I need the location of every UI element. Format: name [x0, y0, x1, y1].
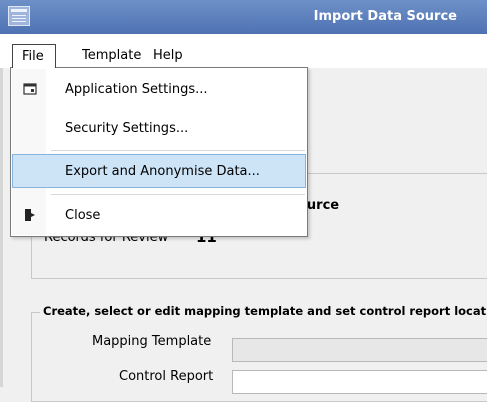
menu-item-export-anonymise[interactable]: Export and Anonymise Data... — [12, 154, 306, 188]
exit-door-icon — [23, 208, 37, 222]
title-bar: Import Data Source — [0, 0, 487, 34]
control-report-label: Control Report — [119, 369, 214, 384]
window-title: Import Data Source — [313, 9, 457, 24]
menu-bar: Template Help — [0, 34, 487, 68]
menu-separator — [51, 194, 305, 195]
control-report-field[interactable] — [232, 370, 487, 394]
mapping-template-dropdown[interactable] — [232, 338, 487, 362]
menu-item-close[interactable]: Close — [12, 200, 306, 230]
mapping-template-label: Mapping Template — [92, 334, 212, 349]
mapping-template-group-title: Create, select or edit mapping template … — [40, 304, 487, 318]
menu-template[interactable]: Template — [82, 48, 141, 63]
app-window-icon[interactable] — [8, 6, 30, 26]
settings-window-icon — [23, 82, 37, 96]
menu-item-label: Security Settings... — [65, 121, 189, 136]
menu-file[interactable]: File — [12, 44, 56, 68]
menu-help[interactable]: Help — [153, 48, 183, 63]
file-menu-dropdown: Application Settings... Security Setting… — [10, 67, 308, 237]
menu-item-label: Close — [65, 208, 101, 223]
menu-item-label: Application Settings... — [65, 82, 208, 97]
menu-item-security-settings[interactable]: Security Settings... — [12, 113, 306, 143]
menu-item-application-settings[interactable]: Application Settings... — [12, 74, 306, 104]
menu-separator — [51, 150, 305, 151]
menu-file-label: File — [22, 49, 44, 64]
menu-item-label: Export and Anonymise Data... — [65, 164, 260, 179]
window-left-border — [0, 68, 3, 387]
